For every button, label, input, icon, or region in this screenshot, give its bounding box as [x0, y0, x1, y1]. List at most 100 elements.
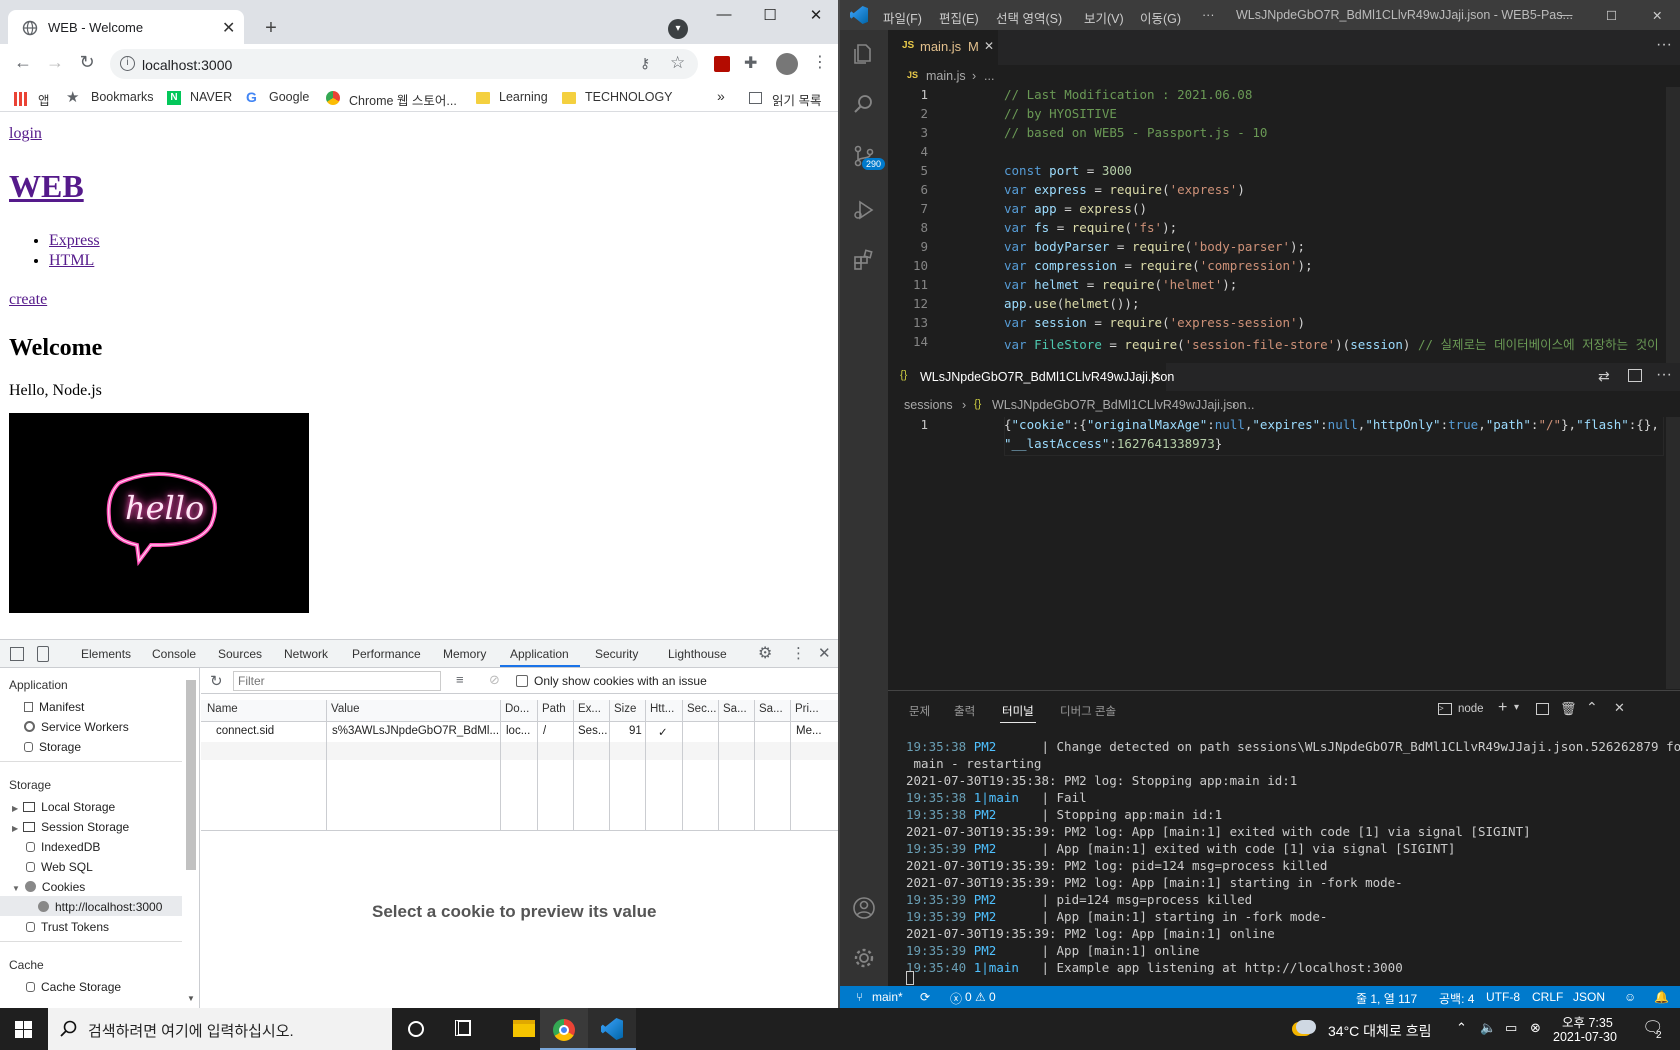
reading-list-button[interactable]: 읽기 목록 — [772, 90, 821, 109]
menu-view[interactable]: 보기(V) — [1084, 8, 1124, 27]
kebab-menu-icon[interactable]: ⋮ — [812, 52, 828, 72]
sync-icon[interactable]: ⟳ — [920, 990, 930, 1004]
panel-tab-terminal[interactable]: 터미널 — [1002, 703, 1034, 719]
apps-grid-icon[interactable] — [14, 92, 28, 106]
col-secure[interactable]: Sec... — [687, 703, 716, 715]
menu-go[interactable]: 이동(G) — [1140, 8, 1181, 27]
col-name[interactable]: Name — [207, 703, 238, 715]
sidebar-item-local-storage[interactable]: ▶ Local Storage — [12, 800, 115, 814]
extensions-icon[interactable] — [852, 248, 876, 272]
network-icon[interactable]: ▭ — [1505, 1020, 1517, 1036]
tab-network[interactable]: Network — [284, 647, 328, 661]
split-editor-icon[interactable] — [1628, 369, 1642, 382]
expand-arrow-icon[interactable]: ▶ — [12, 824, 18, 833]
col-domain[interactable]: Do... — [505, 703, 529, 715]
run-debug-icon[interactable] — [852, 198, 876, 222]
bookmark-bookmarks[interactable]: Bookmarks — [91, 90, 154, 104]
tab-console[interactable]: Console — [152, 647, 196, 661]
breadcrumb-file[interactable]: WLsJNpdeGbO7R_BdMl1CLlvR49wJJaji.json — [992, 398, 1246, 412]
chevron-up-icon[interactable]: ⌃ — [1456, 1020, 1467, 1036]
chrome-taskbar-icon[interactable] — [540, 1008, 588, 1050]
sidebar-item-indexeddb[interactable]: IndexedDB — [26, 840, 100, 854]
forward-arrow-icon[interactable]: → — [42, 52, 68, 73]
sidebar-item-service-workers[interactable]: Service Workers — [24, 720, 129, 734]
task-view-icon[interactable] — [455, 1020, 471, 1036]
close-tab-icon[interactable]: ✕ — [1150, 369, 1160, 383]
extensions-puzzle-icon[interactable]: ✚ — [744, 53, 757, 73]
warning-count[interactable]: 0 — [989, 990, 996, 1004]
terminal-selector[interactable]: node — [1458, 703, 1484, 715]
table-row[interactable]: connect.sid s%3AWLsJNpdeGbO7R_BdMl... lo… — [201, 722, 838, 742]
breadcrumb-file[interactable]: main.js — [926, 69, 966, 83]
weather-text[interactable]: 34°C 대체로 흐림 — [1328, 1021, 1431, 1041]
sidebar-item-session-storage[interactable]: ▶ Session Storage — [12, 820, 129, 834]
add-terminal-icon[interactable]: + — [1498, 699, 1507, 717]
col-priority[interactable]: Pri... — [795, 703, 819, 715]
menu-file[interactable]: 파일(F) — [883, 8, 922, 27]
breadcrumb-symbol[interactable]: ... — [1244, 398, 1254, 412]
menu-selection[interactable]: 선택 영역(S) — [996, 8, 1062, 27]
menu-more[interactable]: ··· — [1202, 8, 1215, 22]
volume-icon[interactable]: 🔈 — [1480, 1020, 1496, 1036]
clock-time[interactable]: 오후 7:35 — [1562, 1012, 1613, 1031]
sidebar-item-trust-tokens[interactable]: Trust Tokens — [26, 920, 109, 934]
tab-memory[interactable]: Memory — [443, 647, 486, 661]
new-tab-button[interactable]: + — [258, 16, 284, 42]
col-size[interactable]: Size — [614, 703, 636, 715]
profile-dropdown-icon[interactable]: ▾ — [668, 19, 688, 39]
manage-gear-icon[interactable] — [852, 946, 876, 970]
reload-icon[interactable]: ↻ — [74, 52, 100, 73]
code-editor-json[interactable]: 1 {"cookie":{"originalMaxAge":null,"expi… — [888, 417, 1680, 689]
sidebar-item-cookies[interactable]: ▼ Cookies — [12, 880, 85, 894]
trash-icon[interactable]: 🗑 — [1560, 701, 1577, 717]
vscode-taskbar-icon[interactable] — [588, 1008, 636, 1050]
filter-input[interactable] — [233, 671, 441, 691]
encoding[interactable]: UTF-8 — [1486, 990, 1520, 1004]
branch-name[interactable]: main* — [872, 990, 903, 1004]
error-icon[interactable]: ⓧ — [950, 990, 962, 1007]
editor-scrollbar[interactable] — [1666, 87, 1680, 363]
panel-tab-output[interactable]: 출력 — [954, 703, 975, 719]
language-mode[interactable]: JSON — [1573, 990, 1605, 1004]
clear-all-icon[interactable]: ⊘ — [489, 672, 500, 688]
sidebar-item-cookies-localhost[interactable]: http://localhost:3000 — [38, 900, 162, 914]
clear-filtered-icon[interactable]: ≡ — [456, 672, 464, 687]
sidebar-scrollbar[interactable] — [186, 680, 196, 870]
split-terminal-icon[interactable] — [1536, 703, 1549, 715]
topic-link-html[interactable]: HTML — [49, 252, 94, 269]
breadcrumb-symbol[interactable]: ... — [984, 69, 994, 83]
tab-sources[interactable]: Sources — [218, 647, 262, 661]
bookmark-learning[interactable]: Learning — [499, 90, 548, 104]
tab-performance[interactable]: Performance — [352, 647, 421, 661]
cortana-icon[interactable] — [408, 1021, 424, 1037]
windows-start-icon[interactable] — [15, 1021, 32, 1038]
more-actions-icon[interactable]: ··· — [1656, 36, 1672, 54]
vpn-icon[interactable]: ⊗ — [1530, 1020, 1541, 1036]
avatar[interactable] — [776, 53, 798, 75]
close-panel-icon[interactable]: ✕ — [1614, 700, 1625, 716]
editor-tab-main-js[interactable]: JS main.js M ✕ — [888, 30, 998, 65]
key-icon[interactable]: ⚷ — [640, 55, 650, 72]
refresh-icon[interactable]: ↻ — [210, 672, 223, 690]
taskbar-search-box[interactable]: 검색하려면 여기에 입력하십시오. — [48, 1008, 392, 1050]
tab-application[interactable]: Application — [510, 647, 569, 661]
explorer-files-icon[interactable] — [852, 42, 876, 66]
bell-icon[interactable]: 🔔 — [1654, 990, 1669, 1004]
address-bar[interactable]: i localhost:3000 ⚷ ☆ — [110, 49, 698, 79]
more-bookmarks-icon[interactable]: » — [717, 88, 725, 104]
chevron-down-icon[interactable]: ▾ — [1514, 702, 1519, 713]
search-icon[interactable] — [852, 92, 876, 116]
sidebar-item-storage[interactable]: Storage — [24, 740, 81, 754]
browser-tab[interactable]: WEB - Welcome ✕ — [8, 10, 244, 44]
close-window-button[interactable]: ✕ — [802, 6, 830, 26]
bookmark-google[interactable]: Google — [269, 90, 309, 104]
col-value[interactable]: Value — [331, 703, 360, 715]
weather-cloud-icon[interactable] — [1296, 1020, 1316, 1034]
indentation[interactable]: 공백: 4 — [1439, 990, 1474, 1007]
col-httponly[interactable]: Htt... — [650, 703, 674, 715]
create-link[interactable]: create — [9, 291, 47, 309]
panel-tab-debug-console[interactable]: 디버그 콘솔 — [1060, 703, 1116, 719]
info-icon[interactable]: i — [120, 56, 135, 71]
close-tab-icon[interactable]: ✕ — [984, 39, 994, 53]
sidebar-item-web-sql[interactable]: Web SQL — [26, 860, 93, 874]
